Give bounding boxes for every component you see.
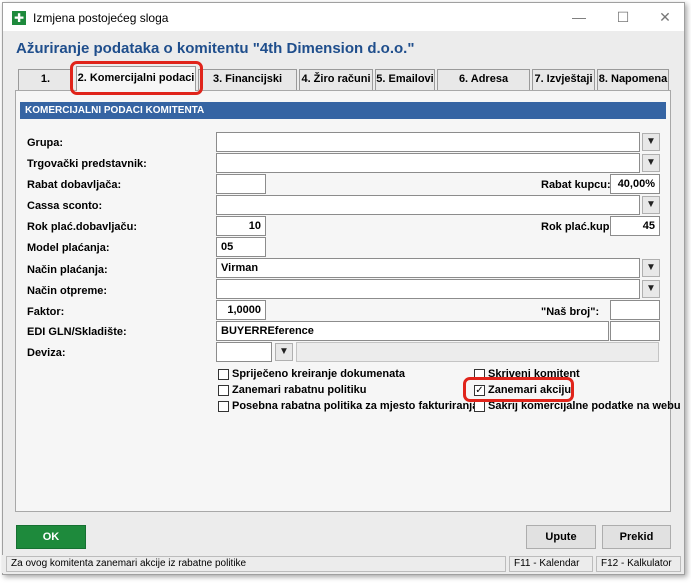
trgovacki-dropdown-icon[interactable]: ▼: [642, 154, 660, 172]
rabat-kupcu-label: Rabat kupcu:: [541, 179, 611, 191]
title-bar: ✚ Izmjena postojećeg sloga — ☐ ✕: [3, 3, 684, 31]
edi-gln-input[interactable]: BUYERREference: [216, 321, 609, 341]
trgovacki-label: Trgovački predstavnik:: [27, 158, 147, 170]
rok-dobavljacu-label: Rok plać.dobavljaču:: [27, 221, 138, 233]
tab-ziro-racuni[interactable]: 4. Žiro računi: [299, 69, 373, 90]
minimize-icon[interactable]: —: [562, 7, 596, 27]
status-bar: Za ovog komitenta zanemari akcije iz rab…: [2, 555, 683, 573]
zanemari-rabatnu-label: Zanemari rabatnu politiku: [232, 384, 367, 396]
nacin-otpreme-input[interactable]: [216, 279, 640, 299]
cassa-dropdown-icon[interactable]: ▼: [642, 196, 660, 214]
grupa-dropdown-icon[interactable]: ▼: [642, 133, 660, 151]
status-f11: F11 - Kalendar: [509, 556, 593, 572]
trgovacki-input[interactable]: [216, 153, 640, 173]
nas-broj-label: "Naš broj":: [541, 306, 600, 318]
tab-napomena[interactable]: 8. Napomena: [597, 69, 669, 90]
active-tab-highlight: [70, 61, 203, 95]
posebna-label: Posebna rabatna politika za mjesto faktu…: [232, 400, 479, 412]
nacin-otpreme-dropdown-icon[interactable]: ▼: [642, 280, 660, 298]
nacin-placanja-dropdown-icon[interactable]: ▼: [642, 259, 660, 277]
close-icon[interactable]: ✕: [648, 7, 682, 27]
sakrij-checkbox[interactable]: [474, 401, 485, 412]
status-message: Za ovog komitenta zanemari akcije iz rab…: [6, 556, 506, 572]
window-title: Izmjena postojećeg sloga: [33, 11, 169, 25]
grupa-input[interactable]: [216, 132, 640, 152]
rabat-kupcu-input[interactable]: 40,00%: [610, 174, 660, 194]
model-placanja-input[interactable]: 05: [216, 237, 266, 257]
section-header: KOMERCIJALNI PODACI KOMITENTA: [20, 102, 666, 119]
grupa-label: Grupa:: [27, 137, 64, 149]
edi-gln-label: EDI GLN/Skladište:: [27, 326, 127, 338]
rabat-dobavljaca-label: Rabat dobavljača:: [27, 179, 122, 191]
nacin-placanja-input[interactable]: Virman: [216, 258, 640, 278]
deviza-dropdown-icon[interactable]: ▼: [275, 343, 293, 361]
status-f12: F12 - Kalkulator: [596, 556, 681, 572]
nacin-placanja-label: Način plaćanja:: [27, 264, 108, 276]
tab-emailovi[interactable]: 5. Emailovi: [375, 69, 435, 90]
prekid-button[interactable]: Prekid: [602, 525, 671, 549]
skladiste-input[interactable]: [610, 321, 660, 341]
sprijeceno-checkbox[interactable]: [218, 369, 229, 380]
deviza-name-field: [296, 342, 659, 362]
rok-kupca-label: Rok plać.kup.:: [541, 221, 617, 233]
ok-button[interactable]: OK: [16, 525, 86, 549]
nas-broj-input[interactable]: [610, 300, 660, 320]
zanemari-akciju-highlight: [463, 377, 574, 402]
faktor-label: Faktor:: [27, 306, 65, 318]
posebna-checkbox[interactable]: [218, 401, 229, 412]
deviza-input[interactable]: [216, 342, 272, 362]
tab-adresa-dostave[interactable]: 6. Adresa dostave: [437, 69, 530, 104]
upute-button[interactable]: Upute: [526, 525, 596, 549]
rok-dobavljacu-input[interactable]: 10: [216, 216, 266, 236]
tab-financijski-podaci[interactable]: 3. Financijski podaci: [198, 69, 297, 104]
model-placanja-label: Model plaćanja:: [27, 242, 110, 254]
sprijeceno-label: Spriječeno kreiranje dokumenata: [232, 368, 406, 380]
rabat-dobavljaca-input[interactable]: [216, 174, 266, 194]
page-title: Ažuriranje podataka o komitentu "4th Dim…: [16, 40, 415, 57]
tab-osnovno[interactable]: 1. Osnovno: [18, 69, 73, 104]
deviza-label: Deviza:: [27, 347, 66, 359]
rok-kupca-input[interactable]: 45: [610, 216, 660, 236]
maximize-icon[interactable]: ☐: [606, 7, 640, 27]
zanemari-rabatnu-checkbox[interactable]: [218, 385, 229, 396]
app-cross-icon: ✚: [12, 11, 26, 25]
tab-izvjestaji[interactable]: 7. Izvještaji: [532, 69, 595, 90]
nacin-otpreme-label: Način otpreme:: [27, 285, 108, 297]
cassa-input[interactable]: [216, 195, 640, 215]
faktor-input[interactable]: 1,0000: [216, 300, 266, 320]
cassa-label: Cassa sconto:: [27, 200, 103, 212]
